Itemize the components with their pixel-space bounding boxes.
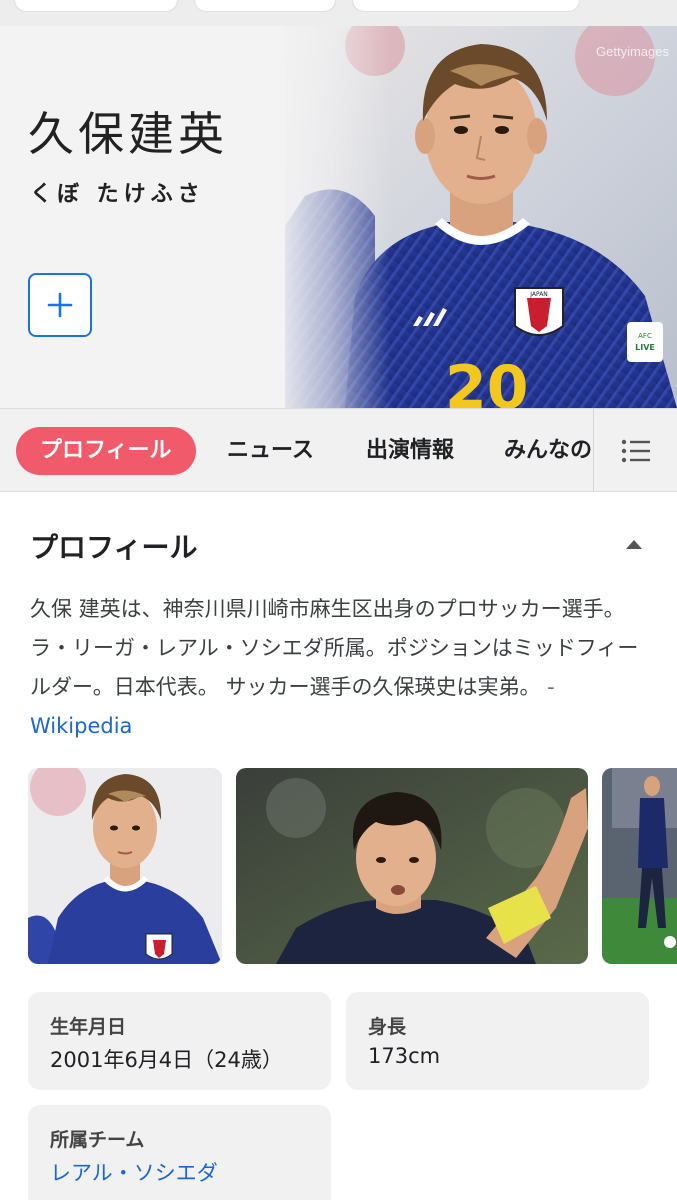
tab-appearances[interactable]: 出演情報: [366, 427, 454, 475]
hero-fade: [270, 26, 390, 408]
match-image: [602, 768, 677, 964]
tab-menu-button[interactable]: [593, 409, 677, 491]
birthdate-label: 生年月日: [50, 1016, 127, 1038]
person-name: 久保建英: [28, 107, 228, 161]
hero-panel: JAPAN 20 AFC LIVE Gettyimages 久保建英 くぼ たけ…: [0, 26, 677, 408]
player-portrait-image: [28, 768, 222, 964]
plus-icon: [47, 292, 73, 318]
source-separator: -: [540, 675, 555, 699]
svg-text:LIVE: LIVE: [635, 343, 655, 352]
tab-clip: みんなの: [500, 409, 593, 491]
top-chip[interactable]: [194, 0, 336, 12]
team-link[interactable]: レアル・ソシエダ: [50, 1157, 218, 1187]
collapse-triangle-icon[interactable]: [624, 537, 644, 551]
info-card-team: 所属チーム レアル・ソシエダ: [28, 1105, 331, 1200]
top-chip-strip: [0, 0, 677, 26]
birthdate-value: 2001年6月4日（24歳）: [50, 1048, 283, 1072]
profile-section-title: プロフィール: [30, 531, 198, 564]
player-action-image: [236, 768, 588, 964]
image-thumbnail[interactable]: [602, 768, 677, 964]
height-value: 173cm: [368, 1044, 441, 1068]
tab-bar: プロフィール ニュース 出演情報 みんなの: [0, 408, 677, 492]
person-name-reading: くぼ たけふさ: [30, 182, 205, 207]
list-icon: [621, 439, 650, 463]
wikipedia-link[interactable]: Wikipedia: [30, 714, 132, 738]
profile-description: 久保 建英は、神奈川県川崎市麻生区出身のプロサッカー選手。ラ・リーガ・レアル・ソ…: [30, 590, 650, 746]
tab-news[interactable]: ニュース: [227, 427, 314, 475]
top-chip[interactable]: [352, 0, 580, 12]
info-card-birthdate: 生年月日 2001年6月4日（24歳）: [28, 992, 331, 1090]
add-button[interactable]: [28, 273, 92, 337]
top-chip[interactable]: [14, 0, 178, 12]
svg-text:AFC: AFC: [638, 332, 652, 340]
tab-profile[interactable]: プロフィール: [16, 427, 196, 475]
image-thumbnail[interactable]: [236, 768, 588, 964]
team-label: 所属チーム: [50, 1129, 145, 1151]
svg-text:20: 20: [445, 353, 529, 408]
tab-community[interactable]: みんなの: [504, 427, 592, 475]
info-card-height: 身長 173cm: [346, 992, 649, 1090]
getty-watermark: Gettyimages: [596, 44, 669, 59]
height-label: 身長: [368, 1016, 407, 1038]
image-thumbnail[interactable]: [28, 768, 222, 964]
svg-text:JAPAN: JAPAN: [529, 291, 548, 298]
